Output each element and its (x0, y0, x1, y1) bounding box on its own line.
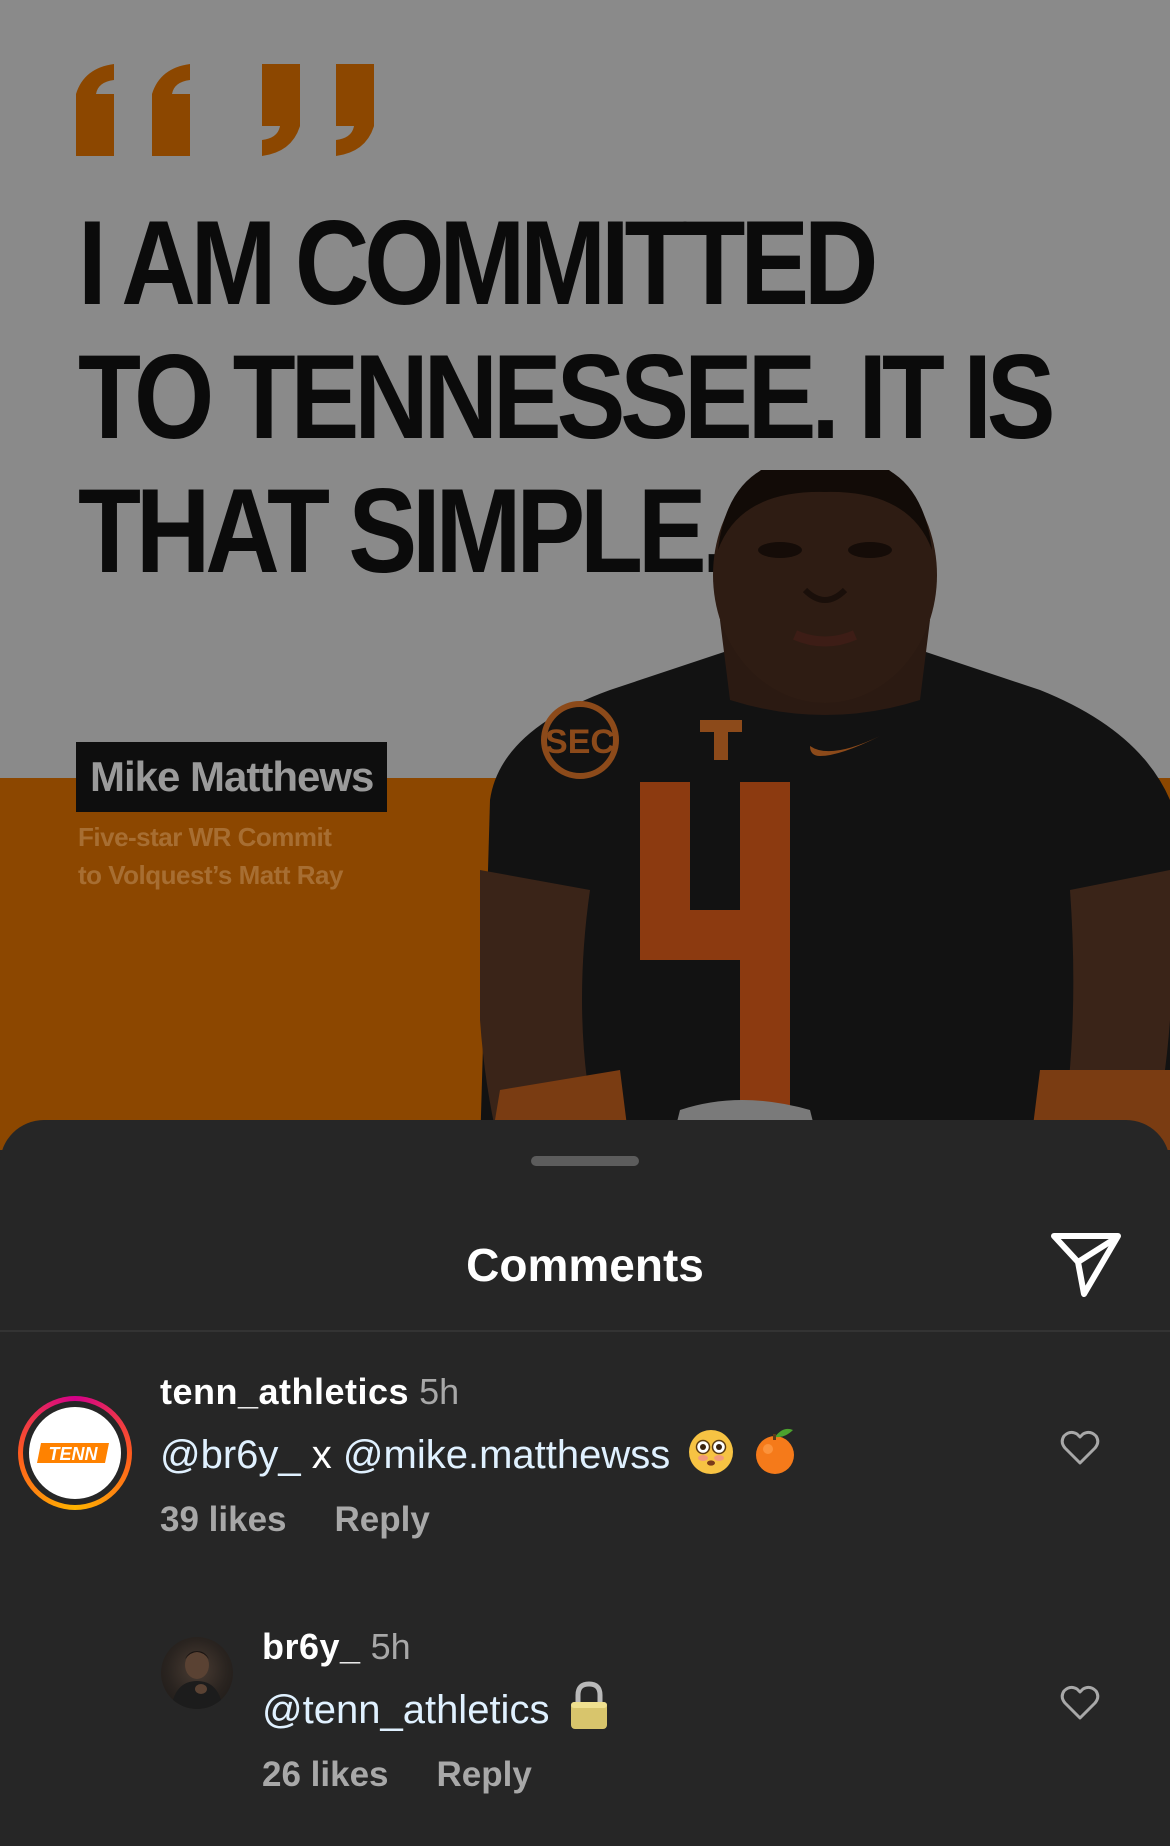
comment-joiner: x (311, 1433, 332, 1477)
reply-button[interactable]: Reply (437, 1755, 532, 1794)
tangerine-emoji (753, 1426, 797, 1488)
player-photo: SEC (480, 470, 1170, 1150)
comment-time: 5h (370, 1626, 411, 1667)
player-name-tag: Mike Matthews (76, 742, 388, 812)
mention-link[interactable]: @br6y_ (160, 1433, 301, 1477)
heart-icon[interactable] (1060, 1685, 1100, 1721)
comments-sheet: Comments TENN tenn_athletics 5h @br6y_ x … (0, 1120, 1170, 1846)
tenn-logo-icon: TENN (37, 1443, 109, 1464)
svg-text:TENN: TENN (49, 1444, 99, 1464)
player-subline: Five-star WR Commit to Volquest’s Matt R… (78, 818, 343, 894)
mention-link[interactable]: @tenn_athletics (262, 1688, 549, 1732)
reply-button[interactable]: Reply (335, 1500, 430, 1539)
avatar[interactable] (161, 1637, 233, 1709)
mention-link[interactable]: @mike.matthewss (343, 1433, 670, 1477)
avatar[interactable]: TENN (18, 1396, 132, 1510)
comment-meta: tenn_athletics 5h (160, 1370, 459, 1414)
heart-icon[interactable] (1060, 1430, 1100, 1466)
comment-meta: br6y_ 5h (262, 1625, 411, 1669)
likes-count[interactable]: 26 likes (262, 1755, 389, 1794)
send-icon[interactable] (1050, 1230, 1122, 1298)
comment-actions: 39 likes Reply (160, 1498, 430, 1542)
sheet-title: Comments (466, 1239, 704, 1291)
headline-line: I AM COMMITTED (78, 196, 878, 330)
sheet-grabber-handle[interactable] (531, 1156, 639, 1166)
sheet-divider (0, 1330, 1170, 1332)
subline-line: to Volquest’s Matt Ray (78, 860, 343, 890)
post-image: I AM COMMITTED TO TENNESSEE. IT IS THAT … (0, 0, 1170, 1150)
comment-text: @tenn_athletics (262, 1681, 611, 1743)
likes-count[interactable]: 39 likes (160, 1500, 287, 1539)
comment-username[interactable]: br6y_ (262, 1626, 361, 1667)
flushed-face-emoji (687, 1428, 735, 1488)
lock-emoji (567, 1681, 611, 1743)
headline-line: TO TENNESSEE. IT IS (78, 330, 1056, 464)
comment-username[interactable]: tenn_athletics (160, 1371, 409, 1412)
quote-marks-icon (76, 64, 374, 156)
comment-time: 5h (419, 1371, 460, 1412)
comment-text: @br6y_ x @mike.matthewss (160, 1426, 797, 1488)
comment-actions: 26 likes Reply (262, 1753, 532, 1797)
svg-text:SEC: SEC (545, 723, 615, 761)
subline-line: Five-star WR Commit (78, 822, 332, 852)
